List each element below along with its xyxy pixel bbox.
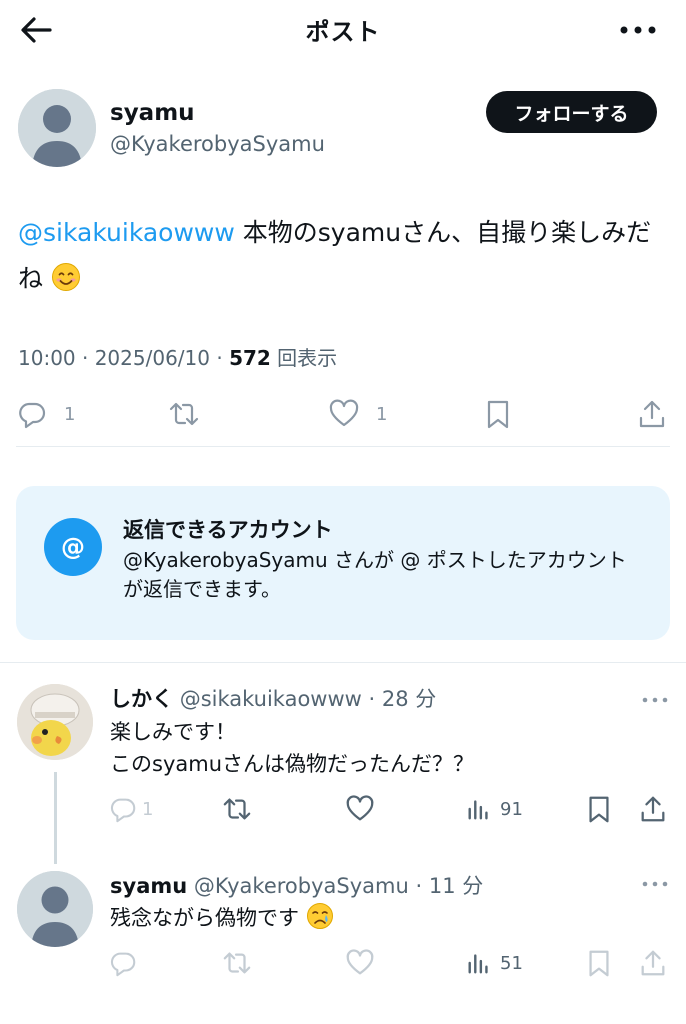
notice-title: 返信できるアカウント — [123, 518, 333, 542]
bookmark-button[interactable] — [482, 398, 514, 430]
post-meta: 10:00 · 2025/06/10 · 572 回表示 — [18, 342, 337, 371]
avatar[interactable] — [18, 89, 96, 167]
divider — [16, 446, 670, 447]
reply-header: syamu @KyakerobyaSyamu · 11 分 — [110, 870, 483, 900]
notice-body: @KyakerobyaSyamu さんが @ ポストしたアカウントが返信できます… — [123, 548, 627, 601]
reply-line: 楽しみです！ — [110, 720, 236, 744]
repost-icon — [168, 398, 200, 430]
like-button[interactable] — [345, 948, 375, 978]
views-icon — [466, 796, 492, 822]
like-button[interactable]: 1 — [328, 398, 387, 430]
smile-emoji — [51, 262, 81, 292]
mention-link[interactable]: @sikakuikaowww — [18, 218, 235, 247]
like-count: 1 — [376, 403, 388, 425]
reply-count: 1 — [64, 403, 76, 425]
reply-time: · 28 分 — [361, 687, 437, 711]
reply-handle[interactable]: @sikakuikaowww — [180, 687, 362, 711]
reply-button[interactable] — [108, 948, 138, 978]
author-name[interactable]: syamu — [110, 100, 195, 126]
divider — [0, 662, 686, 663]
reply-line: このsyamuさんは偽物だったんだ？？ — [110, 752, 475, 776]
repost-button[interactable] — [168, 398, 200, 430]
share-icon — [638, 794, 668, 824]
reply-name[interactable]: syamu — [110, 874, 187, 898]
repost-icon — [222, 948, 252, 978]
share-icon — [636, 398, 668, 430]
views-button[interactable]: 91 — [466, 796, 523, 822]
bookmark-button[interactable] — [584, 794, 614, 824]
bookmark-button[interactable] — [584, 948, 614, 978]
like-icon — [345, 948, 375, 978]
share-button[interactable] — [638, 794, 668, 824]
repost-icon — [222, 794, 252, 824]
reply-header: しかく @sikakuikaowww · 28 分 — [110, 683, 436, 713]
share-button[interactable] — [636, 398, 668, 430]
reply-line: 残念ながら偽物です — [110, 906, 299, 930]
post-time: 10:00 · 2025/06/10 · — [18, 346, 230, 370]
like-icon — [345, 794, 375, 824]
reply-time: · 11 分 — [408, 874, 484, 898]
reply-text: 残念ながら偽物です — [110, 902, 334, 934]
bookmark-icon — [584, 794, 614, 824]
page-title: ポスト — [305, 18, 381, 46]
like-icon — [328, 398, 360, 430]
reply-icon — [108, 948, 138, 978]
share-button[interactable] — [638, 948, 668, 978]
views-button[interactable]: 51 — [466, 950, 523, 976]
reply-count: 1 — [142, 798, 154, 820]
follow-button[interactable]: フォローする — [486, 91, 657, 133]
reply-handle[interactable]: @KyakerobyaSyamu — [194, 874, 409, 898]
bookmark-icon — [584, 948, 614, 978]
author-handle[interactable]: @KyakerobyaSyamu — [110, 132, 325, 156]
cry-emoji — [306, 902, 334, 930]
view-count: 572 — [229, 346, 271, 370]
reply-name[interactable]: しかく — [110, 687, 173, 711]
reply-text: 楽しみです！ このsyamuさんは偽物だったんだ？？ — [110, 716, 474, 780]
reply-avatar-syamu[interactable] — [17, 871, 93, 947]
view-count: 91 — [500, 798, 523, 820]
reply-icon — [16, 398, 48, 430]
more-icon[interactable] — [618, 12, 658, 48]
repost-button[interactable] — [222, 794, 252, 824]
mention-icon: @ — [44, 518, 102, 576]
reply-button[interactable]: 1 — [16, 398, 75, 430]
reply-button[interactable]: 1 — [108, 794, 153, 824]
thread-line — [54, 772, 57, 864]
views-icon — [466, 950, 492, 976]
post-text: @sikakuikaowww 本物のsyamuさん、自撮り楽しみだね — [18, 210, 668, 302]
views-label: 回表示 — [270, 346, 338, 370]
more-icon[interactable] — [640, 690, 670, 710]
like-button[interactable] — [345, 794, 375, 824]
view-count: 51 — [500, 952, 523, 974]
bookmark-icon — [482, 398, 514, 430]
share-icon — [638, 948, 668, 978]
more-icon[interactable] — [640, 874, 670, 894]
repost-button[interactable] — [222, 948, 252, 978]
reply-icon — [108, 794, 138, 824]
reply-avatar-sikaku[interactable] — [17, 684, 93, 760]
